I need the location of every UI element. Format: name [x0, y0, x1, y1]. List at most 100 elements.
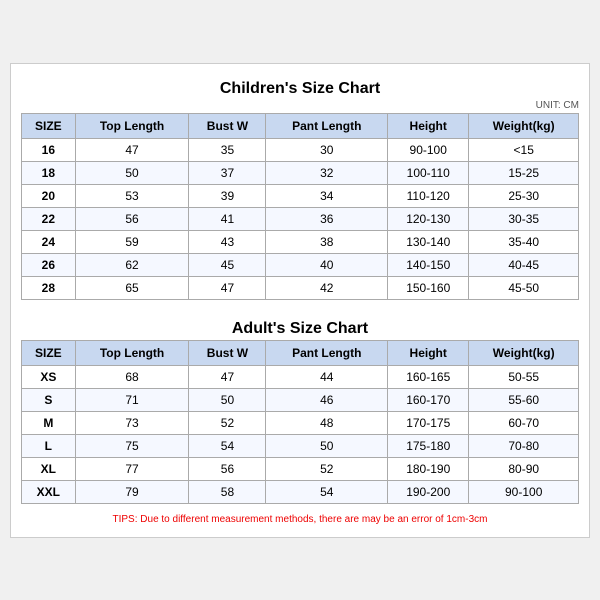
table-cell: 35-40 [469, 230, 579, 253]
table-cell: 38 [266, 230, 388, 253]
table-cell: 54 [266, 480, 388, 503]
table-cell: 75 [75, 434, 189, 457]
table-cell: 30 [266, 138, 388, 161]
table-cell: 30-35 [469, 207, 579, 230]
table-row: 1647353090-100<15 [22, 138, 579, 161]
table-cell: M [22, 411, 76, 434]
table-cell: 52 [189, 411, 266, 434]
table-cell: 150-160 [388, 276, 469, 299]
table-cell: 170-175 [388, 411, 469, 434]
adult-header-row: SIZETop LengthBust WPant LengthHeightWei… [22, 340, 579, 365]
table-cell: 20 [22, 184, 76, 207]
table-cell: 50 [189, 388, 266, 411]
table-cell: 70-80 [469, 434, 579, 457]
table-cell: 68 [75, 365, 189, 388]
table-row: XXL795854190-20090-100 [22, 480, 579, 503]
table-cell: 25-30 [469, 184, 579, 207]
table-row: 26624540140-15040-45 [22, 253, 579, 276]
adult-col-header: Top Length [75, 340, 189, 365]
table-cell: 160-165 [388, 365, 469, 388]
table-cell: XXL [22, 480, 76, 503]
table-cell: 56 [189, 457, 266, 480]
table-cell: S [22, 388, 76, 411]
table-cell: 53 [75, 184, 189, 207]
table-row: L755450175-18070-80 [22, 434, 579, 457]
table-cell: 16 [22, 138, 76, 161]
adult-col-header: Bust W [189, 340, 266, 365]
children-tbody: 1647353090-100<1518503732100-11015-25205… [22, 138, 579, 299]
table-cell: 71 [75, 388, 189, 411]
table-cell: 110-120 [388, 184, 469, 207]
table-cell: 50-55 [469, 365, 579, 388]
table-cell: 44 [266, 365, 388, 388]
table-cell: 50 [266, 434, 388, 457]
table-cell: 90-100 [388, 138, 469, 161]
table-cell: 45-50 [469, 276, 579, 299]
children-col-header: Bust W [189, 113, 266, 138]
table-cell: 26 [22, 253, 76, 276]
table-cell: 24 [22, 230, 76, 253]
table-row: M735248170-17560-70 [22, 411, 579, 434]
adult-col-header: Height [388, 340, 469, 365]
table-cell: 160-170 [388, 388, 469, 411]
adult-tbody: XS684744160-16550-55S715046160-17055-60M… [22, 365, 579, 503]
table-row: 28654742150-16045-50 [22, 276, 579, 299]
table-cell: 120-130 [388, 207, 469, 230]
table-cell: 140-150 [388, 253, 469, 276]
table-cell: 47 [189, 365, 266, 388]
table-cell: XL [22, 457, 76, 480]
table-cell: XS [22, 365, 76, 388]
table-cell: 80-90 [469, 457, 579, 480]
table-cell: 52 [266, 457, 388, 480]
adult-col-header: Weight(kg) [469, 340, 579, 365]
table-cell: L [22, 434, 76, 457]
table-row: 18503732100-11015-25 [22, 161, 579, 184]
table-cell: 39 [189, 184, 266, 207]
table-cell: 60-70 [469, 411, 579, 434]
table-cell: 58 [189, 480, 266, 503]
adult-title: Adult's Size Chart [21, 314, 579, 340]
table-cell: 100-110 [388, 161, 469, 184]
table-cell: 37 [189, 161, 266, 184]
table-cell: 45 [189, 253, 266, 276]
table-cell: 90-100 [469, 480, 579, 503]
table-cell: 15-25 [469, 161, 579, 184]
unit-label: UNIT: CM [21, 100, 579, 113]
table-cell: 18 [22, 161, 76, 184]
children-col-header: Weight(kg) [469, 113, 579, 138]
table-cell: 180-190 [388, 457, 469, 480]
table-cell: 62 [75, 253, 189, 276]
table-cell: 40 [266, 253, 388, 276]
table-cell: 36 [266, 207, 388, 230]
table-cell: 79 [75, 480, 189, 503]
table-cell: 47 [189, 276, 266, 299]
table-cell: 59 [75, 230, 189, 253]
table-cell: 22 [22, 207, 76, 230]
table-row: XL775652180-19080-90 [22, 457, 579, 480]
table-row: 20533934110-12025-30 [22, 184, 579, 207]
table-cell: 65 [75, 276, 189, 299]
table-cell: 47 [75, 138, 189, 161]
children-col-header: Height [388, 113, 469, 138]
table-cell: 35 [189, 138, 266, 161]
adult-table: SIZETop LengthBust WPant LengthHeightWei… [21, 340, 579, 504]
table-cell: 56 [75, 207, 189, 230]
table-cell: 54 [189, 434, 266, 457]
table-cell: 130-140 [388, 230, 469, 253]
adult-col-header: SIZE [22, 340, 76, 365]
tips-text: TIPS: Due to different measurement metho… [21, 510, 579, 527]
children-col-header: Top Length [75, 113, 189, 138]
table-row: 24594338130-14035-40 [22, 230, 579, 253]
table-cell: 41 [189, 207, 266, 230]
table-row: S715046160-17055-60 [22, 388, 579, 411]
table-cell: 50 [75, 161, 189, 184]
size-chart-card: Children's Size Chart UNIT: CM SIZETop L… [10, 63, 590, 538]
children-col-header: Pant Length [266, 113, 388, 138]
children-col-header: SIZE [22, 113, 76, 138]
table-cell: 175-180 [388, 434, 469, 457]
table-cell: 28 [22, 276, 76, 299]
table-cell: 77 [75, 457, 189, 480]
table-cell: 73 [75, 411, 189, 434]
table-cell: 32 [266, 161, 388, 184]
table-cell: 55-60 [469, 388, 579, 411]
